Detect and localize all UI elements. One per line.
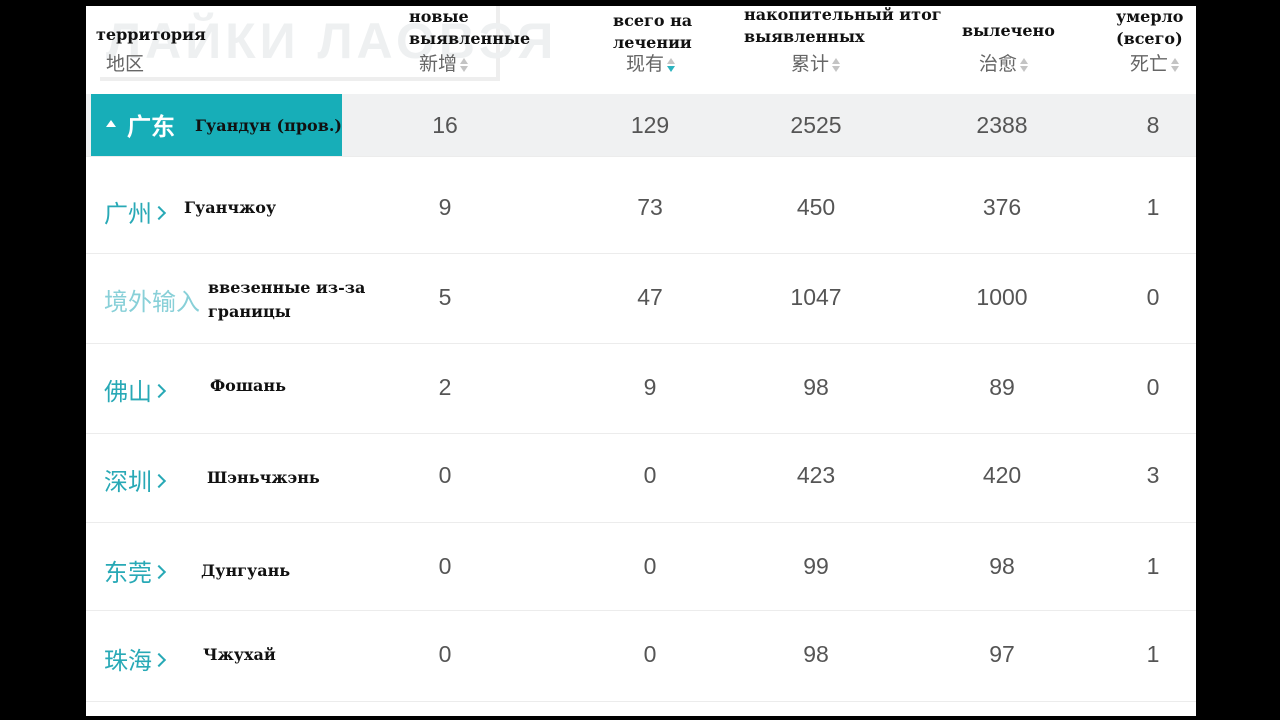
col-current-cn: 现有 [626, 53, 665, 75]
cell-cured: 98 [989, 553, 1015, 579]
col-new-cn: 新增 [419, 53, 458, 75]
city-link-zhuhai[interactable]: 珠海 [104, 641, 167, 676]
chevron-right-icon [151, 564, 167, 580]
col-total-ru: накопительный итог выявленных [744, 6, 942, 46]
sort-icon [832, 57, 841, 73]
table-row: 境外输入 ввезенные из-за границы 5 47 1047 1… [86, 254, 1196, 344]
col-cured-header[interactable]: 治愈 [979, 49, 1029, 76]
cell-new: 0 [438, 462, 452, 488]
province-total: 2525 [790, 112, 842, 138]
col-dead-cn: 死亡 [1130, 53, 1169, 75]
cell-total: 98 [803, 641, 829, 667]
city-link-foshan[interactable]: 佛山 [104, 372, 167, 407]
cell-dead: 3 [1146, 462, 1160, 488]
province-new: 16 [432, 112, 458, 138]
province-current: 129 [630, 112, 670, 138]
cell-total: 99 [803, 553, 829, 579]
col-cured-cn: 治愈 [979, 53, 1018, 75]
cell-current: 0 [643, 462, 657, 488]
chevron-right-icon [151, 652, 167, 668]
city-name-cn: 深圳 [104, 468, 152, 496]
col-current-header[interactable]: 现有 [626, 49, 676, 76]
city-link-dongguan[interactable]: 东莞 [104, 553, 167, 588]
cell-current: 47 [637, 284, 663, 310]
table-header: территория 地区 новые выявленные 新增 всего … [86, 6, 1196, 88]
table-row: 广州 Гуанчжоу 9 73 450 376 1 [86, 166, 1196, 254]
province-name-ru: Гуандун (пров.) [195, 116, 342, 135]
province-dead: 8 [1146, 112, 1160, 138]
cell-dead: 1 [1146, 194, 1160, 220]
province-name-cn: 广东 [127, 113, 175, 141]
cell-dead: 0 [1146, 374, 1160, 400]
chevron-right-icon [151, 473, 167, 489]
col-total-cn: 累计 [791, 53, 830, 75]
cell-dead: 1 [1146, 641, 1160, 667]
cell-new: 0 [438, 641, 452, 667]
cell-new: 9 [438, 194, 452, 220]
cell-total: 423 [796, 462, 836, 488]
city-name-cn: 境外输入 [104, 288, 200, 316]
cell-cured: 420 [982, 462, 1022, 488]
cell-cured: 89 [989, 374, 1015, 400]
sort-icon [1020, 57, 1029, 73]
col-territory-cn: 地区 [106, 53, 145, 75]
table-row: 佛山 Фошань 2 9 98 89 0 [86, 344, 1196, 434]
sort-icon [1171, 57, 1180, 73]
cell-cured: 376 [982, 194, 1022, 220]
city-link-shenzhen[interactable]: 深圳 [104, 462, 167, 497]
cell-current: 0 [643, 641, 657, 667]
province-toggle[interactable]: 广东 Гуандун (пров.) [91, 94, 342, 156]
col-new-header[interactable]: 新增 [419, 49, 469, 76]
col-cured-ru: вылечено [962, 21, 1055, 40]
cell-cured: 1000 [976, 284, 1028, 310]
province-row[interactable]: 广东 Гуандун (пров.) 16 129 2525 2388 8 [86, 94, 1196, 157]
city-link-guangzhou[interactable]: 广州 [104, 194, 167, 229]
col-dead-header[interactable]: 死亡 [1130, 49, 1180, 76]
sort-active-icon [667, 57, 676, 73]
col-current-ru: всего на лечении [613, 11, 693, 52]
province-cured: 2388 [976, 112, 1028, 138]
chevron-right-icon [151, 383, 167, 399]
col-total-header[interactable]: 累计 [791, 49, 841, 76]
cell-total: 1047 [790, 284, 842, 310]
cell-dead: 1 [1146, 553, 1160, 579]
table-row: 珠海 Чжухай 0 0 98 97 1 [86, 611, 1196, 702]
city-name-cn: 广州 [104, 200, 152, 228]
city-name-ru: Фошань [210, 376, 286, 395]
city-name-ru: Шэньчжэнь [207, 468, 320, 487]
city-name-cn: 珠海 [104, 647, 152, 675]
city-name-ru: Дунгуань [201, 561, 291, 580]
cell-total: 98 [803, 374, 829, 400]
cell-current: 73 [637, 194, 663, 220]
table-row: 深圳 Шэньчжэнь 0 0 423 420 3 [86, 434, 1196, 523]
table-row: 东莞 Дунгуань 0 0 99 98 1 [86, 523, 1196, 611]
city-name-ru: Гуанчжоу [184, 198, 277, 217]
sort-icon [460, 57, 469, 73]
cell-cured: 97 [989, 641, 1015, 667]
city-name-cn: 东莞 [104, 559, 152, 587]
city-name-ru: ввезенные из-за границы [208, 278, 366, 321]
collapse-arrow-icon [106, 120, 116, 127]
col-dead-ru: умерло (всего) [1116, 7, 1184, 48]
city-name-ru: Чжухай [203, 645, 276, 664]
cell-new: 0 [438, 553, 452, 579]
table-panel: ЛАЙКИ ЛАОВЭЯ территория 地区 новые выявлен… [86, 6, 1196, 716]
cell-total: 450 [796, 194, 836, 220]
cell-new: 2 [438, 374, 452, 400]
cell-current: 9 [643, 374, 657, 400]
cell-dead: 0 [1146, 284, 1160, 310]
col-territory-ru: территория [96, 25, 206, 44]
chevron-right-icon [151, 205, 167, 221]
city-link-imported[interactable]: 境外输入 [104, 282, 200, 317]
col-new-ru: новые выявленные [409, 7, 531, 48]
cell-new: 5 [438, 284, 452, 310]
cell-current: 0 [643, 553, 657, 579]
city-name-cn: 佛山 [104, 378, 152, 406]
